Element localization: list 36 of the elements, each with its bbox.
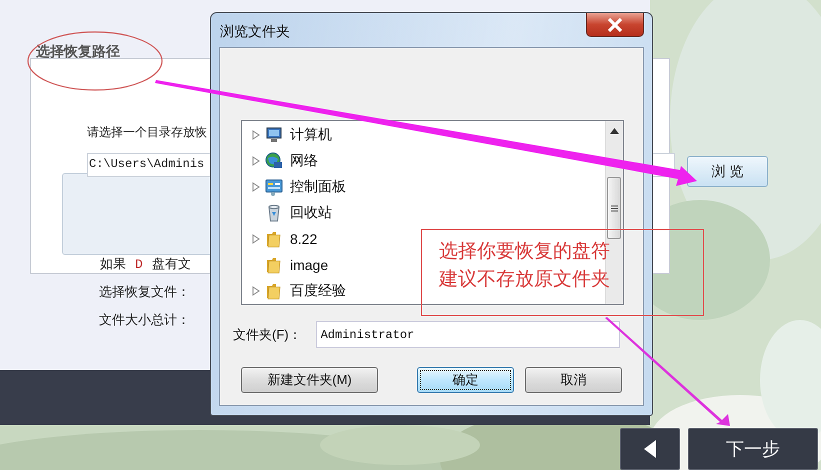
tree-item[interactable]: 回收站	[242, 200, 336, 226]
expand-icon[interactable]	[252, 234, 260, 244]
expand-icon[interactable]	[252, 182, 260, 192]
expand-icon[interactable]	[252, 130, 260, 140]
info-text: 如果 D 盘有文	[100, 256, 191, 273]
scroll-up-icon[interactable]	[610, 128, 619, 134]
expand-icon[interactable]	[252, 286, 260, 296]
tree-item[interactable]: 网络	[242, 148, 322, 174]
section-title: 选择恢复路径	[36, 44, 121, 58]
tree-item[interactable]: 计算机	[242, 122, 336, 148]
dialog-button[interactable]: 取消	[525, 367, 622, 393]
dialog-button[interactable]: 确定	[417, 367, 514, 393]
instruction-text: 请选择一个目录存放恢	[87, 124, 207, 140]
info-label: 选择恢复文件：	[99, 284, 190, 300]
dialog-title: 浏览文件夹	[220, 22, 290, 40]
close-icon	[607, 18, 623, 32]
tree-item[interactable]: 百度经验	[242, 278, 350, 304]
tree-item[interactable]: 控制面板	[242, 174, 350, 200]
dialog-button[interactable]: 新建文件夹(M)	[241, 367, 378, 393]
computer-icon	[264, 125, 284, 145]
close-button[interactable]	[586, 13, 644, 37]
annotation-text: 建议不存放原文件夹	[439, 268, 611, 292]
tree-item[interactable]: 8.22	[242, 226, 322, 252]
info-label: 文件大小总计：	[99, 312, 190, 328]
browse-button[interactable]: 浏 览	[687, 156, 768, 187]
expand-icon[interactable]	[252, 156, 260, 166]
back-icon	[643, 439, 657, 459]
globe-icon	[264, 151, 284, 171]
folder-label: 文件夹(F)：	[233, 326, 302, 344]
scroll-thumb[interactable]	[607, 177, 621, 239]
annotation-text: 选择你要恢复的盘符	[439, 240, 611, 264]
folder-field[interactable]: Administrator	[316, 321, 620, 348]
tree-item[interactable]: image	[242, 252, 332, 278]
back-button[interactable]	[620, 428, 680, 470]
control-panel-icon	[264, 177, 284, 197]
next-button[interactable]: 下一步	[688, 428, 818, 470]
